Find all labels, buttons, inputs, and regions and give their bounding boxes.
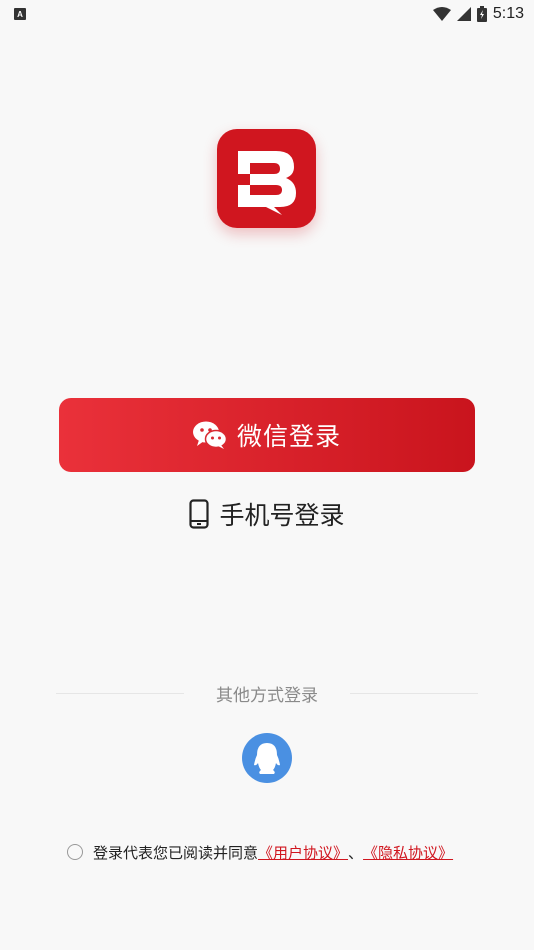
phone-login-button[interactable]: 手机号登录 — [0, 494, 534, 534]
status-bar: A 5:13 — [0, 0, 534, 28]
wifi-icon — [432, 7, 451, 21]
qq-login-button[interactable] — [242, 733, 292, 783]
phone-icon — [189, 499, 210, 529]
agreement-checkbox[interactable] — [67, 844, 83, 860]
brand-b-logo-icon — [237, 150, 296, 215]
signal-icon — [456, 7, 471, 21]
divider-line-left — [56, 692, 184, 694]
status-icons: 5:13 — [432, 5, 524, 23]
privacy-policy-link[interactable]: 《隐私协议》 — [363, 842, 453, 863]
app-logo — [217, 129, 316, 228]
agreement-row: 登录代表您已阅读并同意 《用户协议》 、 《隐私协议》 — [67, 840, 453, 864]
agreement-separator: 、 — [348, 843, 364, 862]
wechat-icon — [192, 421, 227, 449]
wechat-login-button[interactable]: 微信登录 — [59, 398, 475, 472]
divider-line-right — [350, 692, 478, 694]
other-login-label: 其他方式登录 — [216, 685, 318, 706]
other-login-divider: 其他方式登录 — [56, 681, 478, 706]
user-agreement-link[interactable]: 《用户协议》 — [258, 842, 348, 863]
wechat-login-label: 微信登录 — [236, 422, 341, 451]
battery-icon — [476, 6, 487, 22]
agreement-prefix: 登录代表您已阅读并同意 — [93, 843, 259, 862]
status-time: 5:13 — [492, 5, 524, 22]
qq-icon — [254, 743, 280, 774]
notification-icon: A — [14, 8, 26, 20]
phone-login-label: 手机号登录 — [219, 501, 345, 530]
